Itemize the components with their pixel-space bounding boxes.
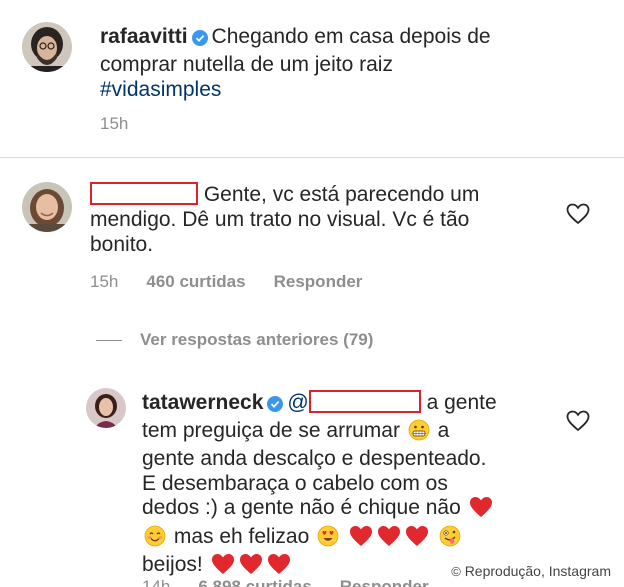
reply-line6: mas eh felizao: [173, 524, 310, 548]
post-time[interactable]: 15h: [100, 114, 128, 134]
post-caption-line2: comprar nutella de um jeito raiz: [100, 53, 393, 76]
smiling-face-emoji-icon: [144, 525, 166, 554]
reply-line7: beijos!: [142, 553, 203, 576]
comment1-meta: 15h 460 curtidas Responder: [90, 272, 390, 292]
view-replies-label: Ver respostas anteriores (79): [140, 330, 374, 349]
image-credit: © Reprodução, Instagram: [448, 563, 614, 579]
reply-time[interactable]: 14h: [142, 577, 170, 587]
comment1-reply-button[interactable]: Responder: [274, 272, 363, 292]
reply-line2: tem preguiça de se arrumar: [142, 418, 400, 442]
reply-line4: E desembaraça o cabelo com os: [142, 471, 448, 495]
reply-meta: 14h 6.898 curtidas Responder: [142, 577, 457, 587]
post-caption: rafaavitti Chegando em casa depois de com…: [100, 24, 580, 102]
redacted-mention: [308, 390, 421, 413]
reply-line1-tail: a gente: [426, 391, 497, 414]
credit-text: Reprodução, Instagram: [464, 563, 611, 579]
comment1-likes[interactable]: 460 curtidas: [146, 272, 245, 292]
comment1-text: Gente, vc está parecendo um mendigo. Dê …: [90, 182, 570, 257]
heart-eyes-emoji-icon: [317, 525, 339, 554]
red-heart-emoji-icon: [469, 496, 493, 525]
mention-at: @: [287, 391, 309, 414]
comment1-line2: mendigo. Dê um trato no visual. Vc é tão: [90, 208, 470, 231]
red-heart-emoji-icon: [377, 525, 401, 554]
comment1-time[interactable]: 15h: [90, 272, 118, 292]
reply-reply-button[interactable]: Responder: [340, 577, 429, 587]
verified-badge-icon: [267, 394, 284, 419]
copyright-icon: ©: [451, 564, 461, 579]
red-heart-emoji-icon: [349, 525, 373, 554]
avatar-commenter[interactable]: [22, 182, 72, 232]
comment1-line3: bonito.: [90, 233, 154, 256]
reply-like-heart-icon[interactable]: [566, 410, 590, 432]
post-caption-line1: Chegando em casa depois de: [211, 25, 491, 48]
red-heart-emoji-icon: [405, 525, 429, 554]
comment1-line1: Gente, vc está parecendo um: [203, 183, 480, 206]
avatar-rafaavitti[interactable]: [22, 22, 72, 72]
reply-line3: gente anda descalço e despenteado.: [142, 447, 487, 470]
reply-text: tatawerneck @ a gente tem preguiça de se …: [142, 390, 562, 582]
post-hashtag[interactable]: #vidasimples: [100, 78, 221, 101]
zany-face-emoji-icon: [439, 525, 461, 554]
post-username[interactable]: rafaavitti: [100, 25, 188, 48]
reply-line2-tail: a: [437, 418, 450, 442]
thread-line: [96, 340, 122, 342]
reply-username[interactable]: tatawerneck: [142, 391, 263, 414]
grimacing-face-emoji-icon: [408, 419, 430, 448]
reply-line5: dedos :) a gente não é chique não: [142, 496, 461, 519]
comment1-like-heart-icon[interactable]: [566, 203, 590, 225]
post-meta: 15h: [100, 114, 156, 134]
reply-likes[interactable]: 6.898 curtidas: [198, 577, 311, 587]
view-previous-replies-button[interactable]: Ver respostas anteriores (79): [96, 330, 373, 350]
redacted-username: [90, 182, 198, 205]
divider: [0, 157, 624, 158]
avatar-tatawerneck[interactable]: [86, 388, 126, 428]
verified-badge-icon: [191, 27, 208, 52]
